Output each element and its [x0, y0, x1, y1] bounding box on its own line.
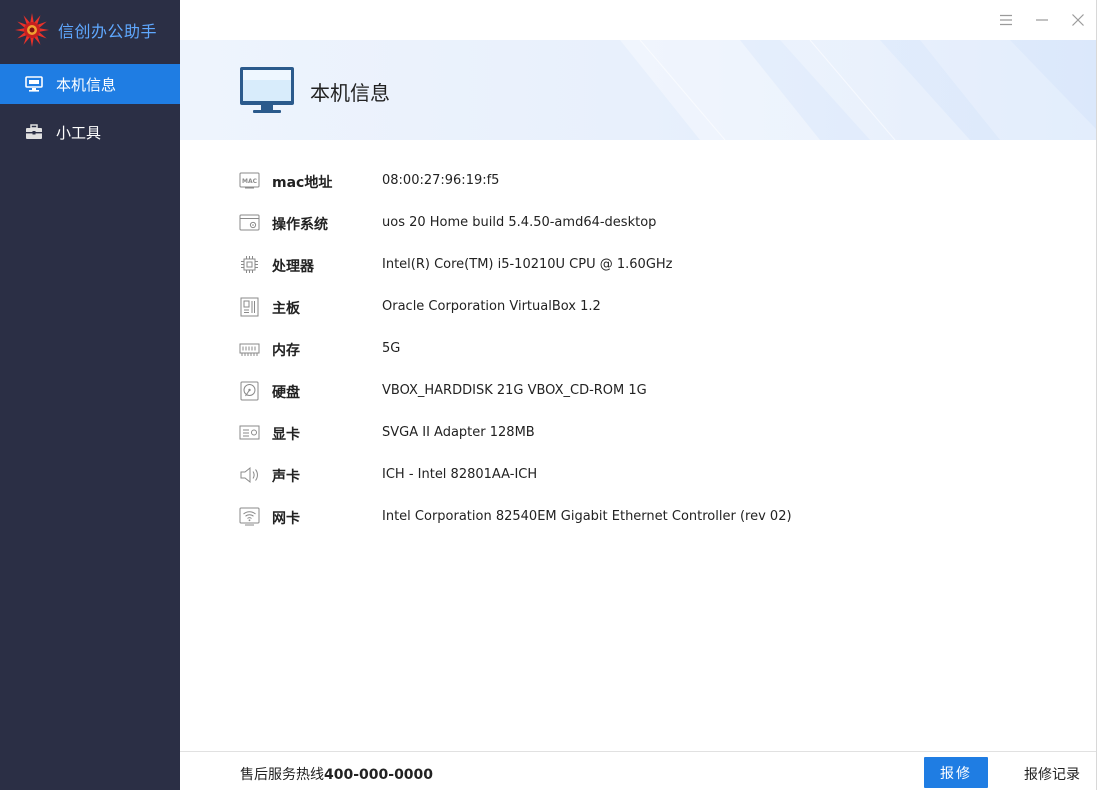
graphics-card-icon	[239, 425, 260, 440]
sidebar-item-tools[interactable]: 小工具	[0, 112, 180, 152]
mac-icon: MAC	[239, 172, 260, 189]
hotline-label: 售后服务热线	[240, 767, 324, 783]
info-label: 内存	[272, 343, 300, 359]
monitor-icon	[25, 76, 43, 92]
info-row-cpu: 处理器 Intel(R) Core(TM) i5-10210U CPU @ 1.…	[239, 250, 1059, 280]
info-value: SVGA II Adapter 128MB	[382, 425, 535, 440]
os-window-icon	[239, 214, 260, 231]
service-hotline: 售后服务热线400-000-0000	[240, 764, 433, 784]
info-value: VBOX_HARDDISK 21G VBOX_CD-ROM 1G	[382, 383, 647, 398]
info-row-network: 网卡 Intel Corporation 82540EM Gigabit Eth…	[239, 502, 1059, 532]
brand: 信创办公助手	[14, 12, 157, 48]
app-title: 信创办公助手	[58, 22, 158, 41]
info-label: 硬盘	[272, 385, 300, 401]
info-label: 主板	[272, 301, 300, 317]
minimize-icon	[1036, 19, 1048, 21]
hotline-number: 400-000-0000	[324, 767, 434, 783]
wifi-icon	[239, 507, 260, 526]
info-value: Intel Corporation 82540EM Gigabit Ethern…	[382, 509, 792, 524]
speaker-icon	[240, 466, 258, 484]
repair-log-link[interactable]: 报修记录	[1024, 764, 1080, 784]
sidebar-item-label: 本机信息	[56, 76, 117, 94]
info-row-hard-disk: 硬盘 VBOX_HARDDISK 21G VBOX_CD-ROM 1G	[239, 376, 1059, 406]
info-row-sound: 声卡 ICH - Intel 82801AA-ICH	[239, 460, 1059, 490]
info-row-memory: 内存 5G	[239, 334, 1059, 364]
info-label: 处理器	[272, 259, 314, 275]
computer-monitor-icon	[240, 67, 294, 113]
info-label: 网卡	[272, 511, 300, 527]
menu-icon	[1000, 14, 1012, 26]
page-title: 本机信息	[310, 81, 390, 105]
memory-icon	[239, 343, 260, 356]
app-logo-icon	[15, 13, 49, 47]
info-value: 5G	[382, 341, 401, 356]
footer: 售后服务热线400-000-0000 报修 报修记录	[180, 751, 1097, 791]
info-value: 08:00:27:96:19:f5	[382, 173, 500, 188]
info-value: Oracle Corporation VirtualBox 1.2	[382, 299, 601, 314]
sidebar: 信创办公助手 本机信息 小工具	[0, 0, 180, 790]
svg-text:MAC: MAC	[242, 178, 258, 185]
info-label: mac地址	[272, 175, 333, 191]
info-row-graphics: 显卡 SVGA II Adapter 128MB	[239, 418, 1059, 448]
sidebar-item-local-info[interactable]: 本机信息	[0, 64, 180, 104]
cpu-chip-icon	[241, 256, 258, 273]
motherboard-icon	[240, 297, 259, 317]
info-row-motherboard: 主板 Oracle Corporation VirtualBox 1.2	[239, 292, 1059, 322]
info-label: 声卡	[272, 469, 300, 485]
close-icon	[1072, 14, 1084, 26]
info-value: ICH - Intel 82801AA-ICH	[382, 467, 538, 482]
sidebar-item-label: 小工具	[56, 124, 102, 142]
close-button[interactable]	[1069, 11, 1087, 29]
hard-disk-icon	[240, 381, 259, 401]
info-row-os: 操作系统 uos 20 Home build 5.4.50-amd64-desk…	[239, 208, 1059, 238]
info-label: 操作系统	[272, 217, 328, 233]
page-header: 本机信息	[180, 40, 1097, 140]
info-label: 显卡	[272, 427, 300, 443]
menu-button[interactable]	[997, 11, 1015, 29]
repair-button[interactable]: 报修	[924, 757, 988, 788]
info-row-mac: MAC mac地址 08:00:27:96:19:f5	[239, 166, 1059, 196]
info-value: Intel(R) Core(TM) i5-10210U CPU @ 1.60GH…	[382, 257, 673, 272]
minimize-button[interactable]	[1033, 11, 1051, 29]
info-value: uos 20 Home build 5.4.50-amd64-desktop	[382, 215, 657, 230]
toolbox-icon	[26, 124, 42, 139]
